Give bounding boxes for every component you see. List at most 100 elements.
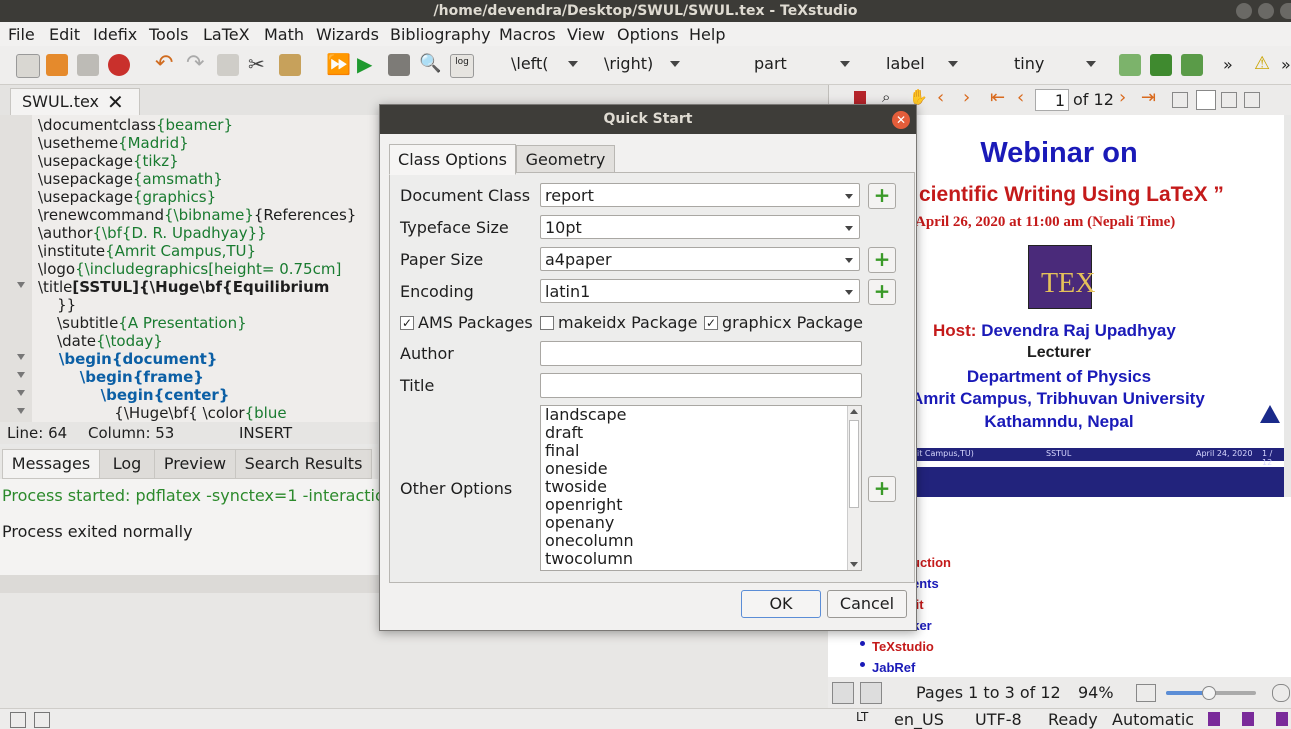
back-icon[interactable]: ‹ <box>937 87 944 108</box>
menu-help[interactable]: Help <box>689 25 725 44</box>
zoom-slider[interactable] <box>1166 686 1256 700</box>
sync-icon[interactable] <box>832 682 854 704</box>
menu-file[interactable]: File <box>8 25 35 44</box>
author-field[interactable] <box>540 341 862 366</box>
option-item[interactable]: twoside <box>545 478 607 496</box>
single-page-icon[interactable] <box>1172 92 1188 108</box>
scroll-down-icon[interactable] <box>850 562 858 567</box>
sync-back-icon[interactable] <box>860 682 882 704</box>
other-options-list[interactable]: titlepagetwocolumnonecolumnopenanyopenri… <box>540 405 862 571</box>
view-pdf-icon[interactable]: 🔍 <box>419 54 441 76</box>
menu-latex[interactable]: LaTeX <box>203 25 250 44</box>
option-item[interactable]: landscape <box>545 406 626 424</box>
menu-options[interactable]: Options <box>617 25 679 44</box>
menu-math[interactable]: Math <box>264 25 304 44</box>
grid-icon[interactable] <box>1244 92 1260 108</box>
add-paper-size-button[interactable]: + <box>868 247 896 273</box>
menu-bibliography[interactable]: Bibliography <box>390 25 491 44</box>
menu-macros[interactable]: Macros <box>499 25 556 44</box>
list-scrollbar[interactable] <box>847 406 861 570</box>
encoding-select[interactable]: latin1 <box>540 279 860 303</box>
zoom-level[interactable]: 94% <box>1078 683 1114 702</box>
option-item[interactable]: twocolumn <box>545 550 633 568</box>
scroll-thumb[interactable] <box>849 420 859 508</box>
option-item[interactable]: draft <box>545 424 583 442</box>
bookmark-2-icon[interactable] <box>1242 712 1254 726</box>
cancel-button[interactable]: Cancel <box>827 590 907 618</box>
typeface-size-select[interactable]: 10pt <box>540 215 860 239</box>
forward-icon[interactable]: › <box>963 87 970 108</box>
ams-packages-checkbox[interactable]: ✓ <box>400 316 414 330</box>
menu-view[interactable]: View <box>567 25 605 44</box>
menu-edit[interactable]: Edit <box>49 25 80 44</box>
page-input[interactable]: 1 <box>1035 89 1069 111</box>
open-file-icon[interactable] <box>46 54 68 76</box>
zoom-out-icon[interactable] <box>1136 684 1156 702</box>
tab-preview[interactable]: Preview <box>154 449 236 479</box>
compile-icon[interactable]: ▶ <box>357 54 379 76</box>
save-icon[interactable] <box>77 54 99 76</box>
tab-geometry[interactable]: Geometry <box>516 145 615 174</box>
file-tab[interactable]: SWUL.tex ✕ <box>10 88 140 116</box>
tab-search-results[interactable]: Search Results <box>235 449 372 479</box>
bookmark-3-icon[interactable] <box>1276 712 1288 726</box>
option-item[interactable]: final <box>545 442 579 460</box>
table-icon[interactable] <box>1119 54 1141 76</box>
toolbar-overflow-2[interactable]: » <box>1281 55 1291 74</box>
tab-log[interactable]: Log <box>99 449 155 479</box>
paper-size-select[interactable]: a4paper <box>540 247 860 271</box>
right-delim-combo[interactable]: \right) <box>604 54 680 76</box>
build-view-icon[interactable]: ⏩ <box>326 54 351 76</box>
language-indicator[interactable]: en_US <box>894 710 944 729</box>
dialog-close-icon[interactable]: ✕ <box>892 111 910 129</box>
tab-class-options[interactable]: Class Options <box>389 144 516 175</box>
option-item[interactable]: openany <box>545 514 614 532</box>
menu-tools[interactable]: Tools <box>149 25 188 44</box>
size-combo[interactable]: tiny <box>1014 54 1096 76</box>
new-file-icon[interactable] <box>16 54 40 78</box>
option-item[interactable]: titlepage <box>545 568 616 571</box>
ok-button[interactable]: OK <box>741 590 821 618</box>
close-window-icon[interactable] <box>1280 3 1291 19</box>
option-item[interactable]: oneside <box>545 460 608 478</box>
close-file-icon[interactable] <box>108 54 130 76</box>
warning-icon[interactable]: ⚠ <box>1254 54 1276 76</box>
panel-toggle-icon[interactable] <box>10 712 26 728</box>
mode-indicator[interactable]: Automatic <box>1112 710 1194 729</box>
tab-messages[interactable]: Messages <box>2 449 100 479</box>
lt-indicator[interactable]: LT <box>856 710 868 724</box>
toolbar-overflow[interactable]: » <box>1223 55 1233 74</box>
cut-icon[interactable]: ✂ <box>248 54 270 76</box>
encoding-indicator[interactable]: UTF-8 <box>975 710 1022 729</box>
undo-icon[interactable]: ↶ <box>155 53 177 76</box>
makeidx-checkbox[interactable] <box>540 316 554 330</box>
document-class-select[interactable]: report <box>540 183 860 207</box>
panel-toggle-icon[interactable] <box>34 712 50 728</box>
option-item[interactable]: openright <box>545 496 623 514</box>
copy-icon[interactable] <box>217 54 239 76</box>
left-delim-combo[interactable]: \left( <box>511 54 578 76</box>
maximize-icon[interactable] <box>1258 3 1274 19</box>
first-page-icon[interactable]: ⇤ <box>990 87 1005 108</box>
minimize-icon[interactable] <box>1236 3 1252 19</box>
stop-icon[interactable] <box>388 54 410 76</box>
log-icon[interactable]: log <box>450 54 474 78</box>
continuous-icon[interactable] <box>1196 90 1216 110</box>
graphicx-checkbox[interactable]: ✓ <box>704 316 718 330</box>
bookmark-1-icon[interactable] <box>1208 712 1220 726</box>
add-encoding-button[interactable]: + <box>868 279 896 305</box>
zoom-slider-handle[interactable] <box>1202 686 1216 700</box>
two-page-icon[interactable] <box>1221 92 1237 108</box>
add-option-button[interactable]: + <box>868 476 896 502</box>
next-page-icon[interactable]: › <box>1119 87 1126 108</box>
reference-combo[interactable]: label <box>886 54 958 76</box>
close-tab-icon[interactable]: ✕ <box>107 90 124 114</box>
title-field[interactable] <box>540 373 862 398</box>
paste-icon[interactable] <box>279 54 301 76</box>
redo-icon[interactable]: ↷ <box>186 53 208 76</box>
add-document-class-button[interactable]: + <box>868 183 896 209</box>
pdf-page[interactable]: Webinar on cientific Writing Using LaTeX… <box>911 115 1284 497</box>
zoom-in-icon[interactable] <box>1272 684 1290 702</box>
last-page-icon[interactable]: ⇥ <box>1141 87 1156 108</box>
prev-page-icon[interactable]: ‹ <box>1017 87 1024 108</box>
